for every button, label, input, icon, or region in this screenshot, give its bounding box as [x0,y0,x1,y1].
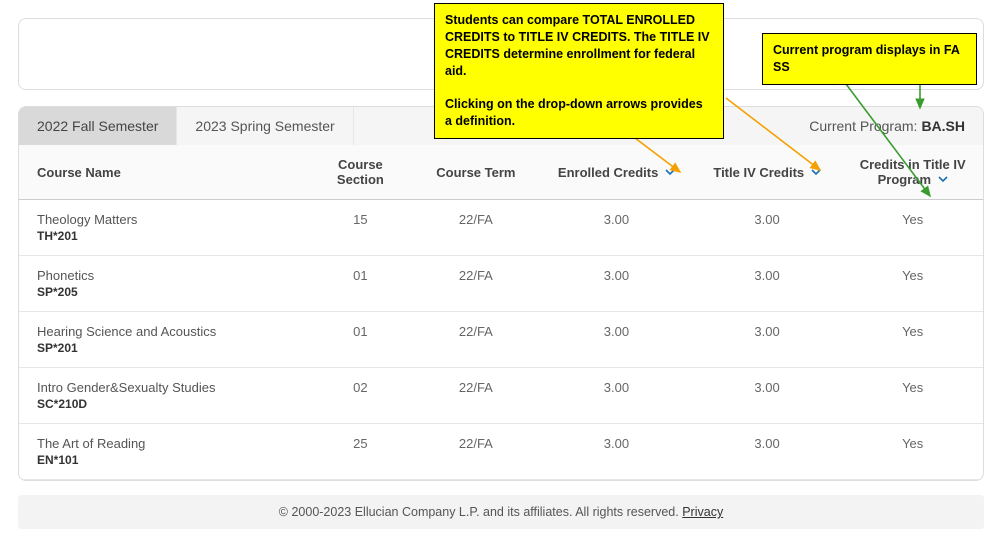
course-name: Hearing Science and Acoustics [37,324,300,339]
cell-title-iv: 3.00 [692,200,843,256]
course-name: Theology Matters [37,212,300,227]
table-row: The Art of ReadingEN*1012522/FA3.003.00Y… [19,424,983,480]
course-name: Intro Gender&Sexualty Studies [37,380,300,395]
cell-term: 22/FA [411,256,542,312]
course-code: TH*201 [37,229,300,243]
cell-course-name: The Art of Reading EN*101 [19,424,310,480]
cell-enrolled: 3.00 [541,312,692,368]
cell-section: 01 [310,256,410,312]
annotation-callout-credits: Students can compare TOTAL ENROLLED CRED… [434,3,724,139]
cell-course-name: Intro Gender&Sexualty Studies SC*210D [19,368,310,424]
current-program: Current Program: BA.SH [791,107,983,145]
copyright-text: © 2000-2023 Ellucian Company L.P. and it… [279,505,679,519]
cell-course-name: Hearing Science and Acoustics SP*201 [19,312,310,368]
col-label: Enrolled Credits [558,165,658,180]
tab-label: 2023 Spring Semester [195,118,334,134]
tab-2022-fall[interactable]: 2022 Fall Semester [19,107,177,145]
cell-in-program: Yes [842,200,983,256]
table-row: PhoneticsSP*2050122/FA3.003.00Yes [19,256,983,312]
footer: © 2000-2023 Ellucian Company L.P. and it… [18,495,984,529]
privacy-link[interactable]: Privacy [682,505,723,519]
table-row: Hearing Science and Acoustics SP*201 0122/… [19,312,983,368]
cell-enrolled: 3.00 [541,200,692,256]
cell-section: 02 [310,368,410,424]
col-label: Course Name [37,165,121,180]
col-label: Credits in Title IV Program [860,157,966,187]
cell-course-name: Theology Matters TH*201 [19,200,310,256]
cell-enrolled: 3.00 [541,424,692,480]
tab-2023-spring[interactable]: 2023 Spring Semester [177,107,353,145]
course-name: Phonetics [37,268,300,283]
chevron-down-icon[interactable] [938,172,948,187]
cell-in-program: Yes [842,312,983,368]
course-code: EN*101 [37,453,300,467]
cell-course-name: Phonetics SP*205 [19,256,310,312]
cell-title-iv: 3.00 [692,256,843,312]
courses-table: Course Name Course Section Course Term E… [19,145,983,480]
tab-label: 2022 Fall Semester [37,118,158,134]
cell-title-iv: 3.00 [692,312,843,368]
cell-section: 15 [310,200,410,256]
annotation-text: Clicking on the drop-down arrows provide… [445,96,713,130]
cell-title-iv: 3.00 [692,368,843,424]
chevron-down-icon[interactable] [811,165,821,180]
cell-enrolled: 3.00 [541,368,692,424]
table-row: Theology MattersTH*2011522/FA3.003.00Yes [19,200,983,256]
course-code: SC*210D [37,397,300,411]
col-label: Title IV Credits [713,165,804,180]
course-name: The Art of Reading [37,436,300,451]
cell-section: 01 [310,312,410,368]
table-row: Intro Gender&Sexualty Studies SC*210D 0222… [19,368,983,424]
cell-term: 22/FA [411,312,542,368]
col-course-name: Course Name [19,145,310,200]
current-program-value: BA.SH [921,118,965,134]
chevron-down-icon[interactable] [665,165,675,180]
course-code: SP*201 [37,341,300,355]
col-title-iv-credits[interactable]: Title IV Credits [692,145,843,200]
cell-in-program: Yes [842,368,983,424]
col-course-term: Course Term [411,145,542,200]
col-credits-in-program[interactable]: Credits in Title IV Program [842,145,983,200]
col-label: Course Term [436,165,515,180]
course-code: SP*205 [37,285,300,299]
annotation-text: Current program displays in FA SS [773,43,959,74]
annotation-callout-program: Current program displays in FA SS [762,33,977,85]
cell-term: 22/FA [411,424,542,480]
term-panel: 2022 Fall Semester 2023 Spring Semester … [18,106,984,481]
cell-enrolled: 3.00 [541,256,692,312]
cell-term: 22/FA [411,368,542,424]
col-label: Course Section [337,157,384,187]
current-program-label: Current Program: [809,118,917,134]
col-course-section: Course Section [310,145,410,200]
cell-in-program: Yes [842,256,983,312]
col-enrolled-credits[interactable]: Enrolled Credits [541,145,692,200]
cell-section: 25 [310,424,410,480]
cell-title-iv: 3.00 [692,424,843,480]
annotation-text: Students can compare TOTAL ENROLLED CRED… [445,12,713,80]
cell-term: 22/FA [411,200,542,256]
cell-in-program: Yes [842,424,983,480]
